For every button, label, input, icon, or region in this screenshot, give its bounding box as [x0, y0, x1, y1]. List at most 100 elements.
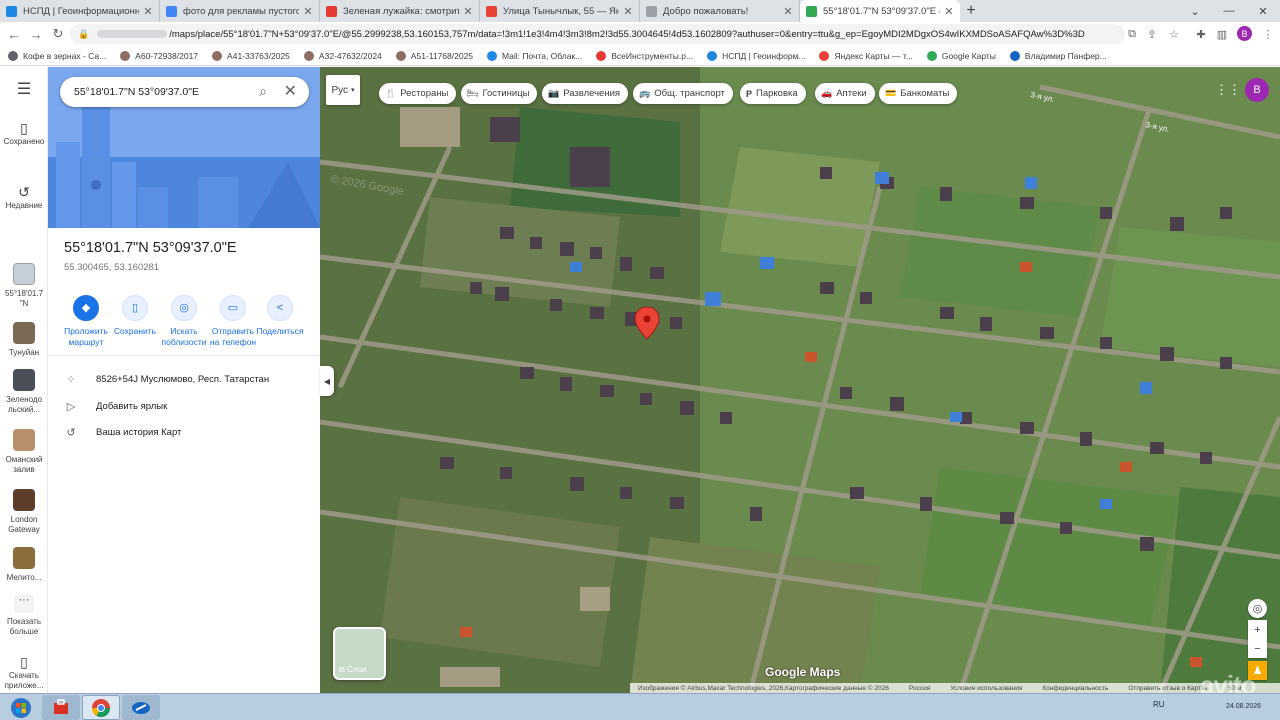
chip-transit[interactable]: 🚌 Общ. транспорт	[633, 83, 733, 104]
taskbar-app-messenger[interactable]	[122, 695, 160, 720]
url-field[interactable]: 🔒 /maps/place/55°18'01.7"N+53°09'37.0"E/…	[70, 24, 1125, 44]
bookmark-item[interactable]: А60-72938/2017	[120, 50, 198, 61]
chip-label: Банкоматы	[900, 88, 950, 99]
menu-icon[interactable]: ⋮	[1258, 24, 1278, 44]
chip-hotels[interactable]: 🛏 Гостиницы	[461, 83, 538, 104]
language-toggle[interactable]: Рус ▾	[326, 75, 360, 105]
browser-tab-active[interactable]: 55°18'01.7"N 53°09'37.0"E – Goo ✕	[800, 0, 960, 22]
extensions-icon[interactable]: ✚	[1191, 24, 1211, 44]
taskbar-app-tool[interactable]	[42, 695, 80, 720]
rail-more-label: Показать больше	[6, 617, 41, 636]
chip-entertainment[interactable]: 📷 Развлечения	[542, 83, 629, 104]
tab-close-icon[interactable]: ✕	[944, 5, 954, 18]
taskbar-clock[interactable]: 24.08.2026	[1226, 703, 1261, 711]
directions-button[interactable]: ◆ Проложить маршрут	[60, 295, 112, 348]
browser-tab[interactable]: НСПД | Геоинформационный п ✕	[0, 0, 160, 22]
rail-show-more[interactable]: ··· Показать больше	[0, 595, 48, 637]
rail-recent[interactable]: ↺ Недавние	[0, 185, 48, 211]
bookmark-item[interactable]: А32-47632/2024	[303, 50, 382, 61]
minimize-icon[interactable]: —	[1212, 0, 1246, 22]
bookmark-item[interactable]: А51-11768/2025	[395, 50, 474, 61]
camera-icon: 📷	[548, 88, 560, 98]
pharmacy-icon: 🚗	[821, 88, 833, 98]
toolbox-icon	[54, 698, 68, 714]
profile-avatar[interactable]: B	[1237, 26, 1252, 41]
clear-search-icon[interactable]: ✕	[284, 81, 297, 101]
back-icon[interactable]: ←	[3, 23, 25, 45]
chip-label: Общ. транспорт	[654, 88, 725, 99]
close-window-icon[interactable]: ✕	[1246, 0, 1280, 22]
bookmark-item[interactable]: Mail: Почта, Облак...	[487, 50, 582, 61]
layers-button[interactable]: ⧉ Слои	[333, 627, 386, 680]
rail-recent-label: Недавние	[5, 201, 43, 210]
satellite-map[interactable]: 3-я ул. 3-я ул. © 2026 Google	[320, 67, 1280, 693]
bookmark-item[interactable]: А41-33763/2025	[212, 50, 290, 61]
chip-restaurants[interactable]: 🍴 Рестораны	[379, 83, 457, 104]
browser-tab[interactable]: Улица Тынычлык, 55 — Яндекс ✕	[480, 0, 640, 22]
install-icon[interactable]: ⧉	[1122, 24, 1142, 44]
collapse-panel-button[interactable]: ◀	[320, 366, 334, 396]
search-icon[interactable]: ⌕	[259, 83, 267, 100]
forward-icon[interactable]: →	[25, 23, 47, 45]
reload-icon[interactable]: ↻	[47, 23, 69, 45]
bookmark-item[interactable]: Владимир Панфер...	[1009, 50, 1107, 61]
zoom-in-button[interactable]: +	[1248, 620, 1267, 639]
tab-close-icon[interactable]: ✕	[143, 5, 153, 18]
browser-tab[interactable]: Добро пожаловать! ✕	[640, 0, 800, 22]
chip-atms[interactable]: 💳 Банкоматы	[879, 83, 958, 104]
search-input[interactable]: 55°18'01.7"N 53°09'37.0"E ⌕ ✕	[60, 77, 309, 107]
rail-recent-item[interactable]: 55°18'01.7 "N	[0, 263, 48, 309]
tab-title: фото для рекламы пустого учас	[183, 5, 299, 17]
tab-close-icon[interactable]: ✕	[463, 5, 473, 18]
rail-recent-item[interactable]: Тунуйан	[0, 322, 48, 358]
tab-favicon-icon	[806, 5, 817, 17]
label-icon: ▷	[66, 401, 76, 413]
bookmark-item[interactable]: НСПД | Геоинформ...	[707, 50, 805, 61]
add-label-row[interactable]: ▷ Добавить ярлык	[64, 400, 168, 413]
privacy-link[interactable]: Конфиденциальность	[1042, 685, 1108, 692]
region-link[interactable]: Россия	[909, 685, 930, 692]
start-button[interactable]	[2, 695, 40, 720]
bookmark-item[interactable]: Яндекс Карты — т...	[819, 50, 913, 61]
bookmark-label: А51-11768/2025	[410, 50, 474, 61]
chip-pharmacies[interactable]: 🚗 Аптеки	[815, 83, 875, 104]
rail-recent-item[interactable]: London Gateway	[0, 489, 48, 535]
rail-saved[interactable]: ▯ Сохранено	[0, 121, 48, 147]
maps-history-row[interactable]: ↺ Ваша история Карт	[64, 426, 181, 439]
share-icon[interactable]: ⇪	[1142, 24, 1162, 44]
place-title: 55°18'01.7"N 53°09'37.0"E	[64, 240, 237, 256]
lock-icon[interactable]: 🔒	[78, 29, 89, 40]
hamburger-menu-icon[interactable]: ☰	[0, 82, 48, 99]
tab-close-icon[interactable]: ✕	[623, 5, 633, 18]
bookmark-item[interactable]: Кофе в зернах - Са...	[8, 50, 107, 61]
keyboard-language[interactable]: RU	[1153, 700, 1165, 709]
place-thumbnail	[13, 489, 35, 511]
chip-parking[interactable]: P Парковка	[740, 83, 806, 104]
bookmark-item[interactable]: Google Карты	[926, 50, 996, 61]
sidepanel-icon[interactable]: ▥	[1212, 24, 1232, 44]
browser-tab[interactable]: Зеленая лужайка: смотрите и с ✕	[320, 0, 480, 22]
taskbar-app-chrome[interactable]	[82, 695, 120, 720]
tab-close-icon[interactable]: ✕	[303, 5, 313, 18]
new-tab-button[interactable]: +	[960, 0, 982, 22]
nearby-button[interactable]: ◎ Искать поблизости	[158, 295, 210, 348]
feedback-link[interactable]: Отправить отзыв о Картах	[1128, 685, 1207, 692]
terms-link[interactable]: Условия использования	[950, 685, 1022, 692]
tab-search-icon[interactable]: ⌄	[1178, 0, 1212, 22]
rail-recent-item[interactable]: Зеленодольский...	[0, 369, 48, 415]
rail-download-app[interactable]: ▯ Скачать приложе...	[0, 655, 48, 691]
bookmark-item[interactable]: ВсеИнструменты.р...	[596, 50, 693, 61]
rail-recent-item[interactable]: Мелито...	[0, 547, 48, 583]
browser-tab[interactable]: фото для рекламы пустого учас ✕	[160, 0, 320, 22]
account-avatar[interactable]: B	[1245, 78, 1269, 102]
save-button[interactable]: ▯ Сохранить	[109, 295, 161, 337]
rail-recent-item[interactable]: Оманский залив	[0, 429, 48, 475]
bookmark-label: Кофе в зернах - Са...	[23, 50, 107, 61]
share-button[interactable]: < Поделиться	[254, 295, 306, 337]
plus-code-row[interactable]: ⁘ 8526+54J Муслюмово, Респ. Татарстан	[64, 373, 269, 386]
zoom-out-button[interactable]: −	[1248, 639, 1267, 658]
my-location-icon[interactable]: ◎	[1248, 599, 1267, 618]
tab-close-icon[interactable]: ✕	[783, 5, 793, 18]
send-to-phone-button[interactable]: ▭ Отправить на телефон	[207, 295, 259, 348]
bookmark-star-icon[interactable]: ☆	[1164, 24, 1184, 44]
